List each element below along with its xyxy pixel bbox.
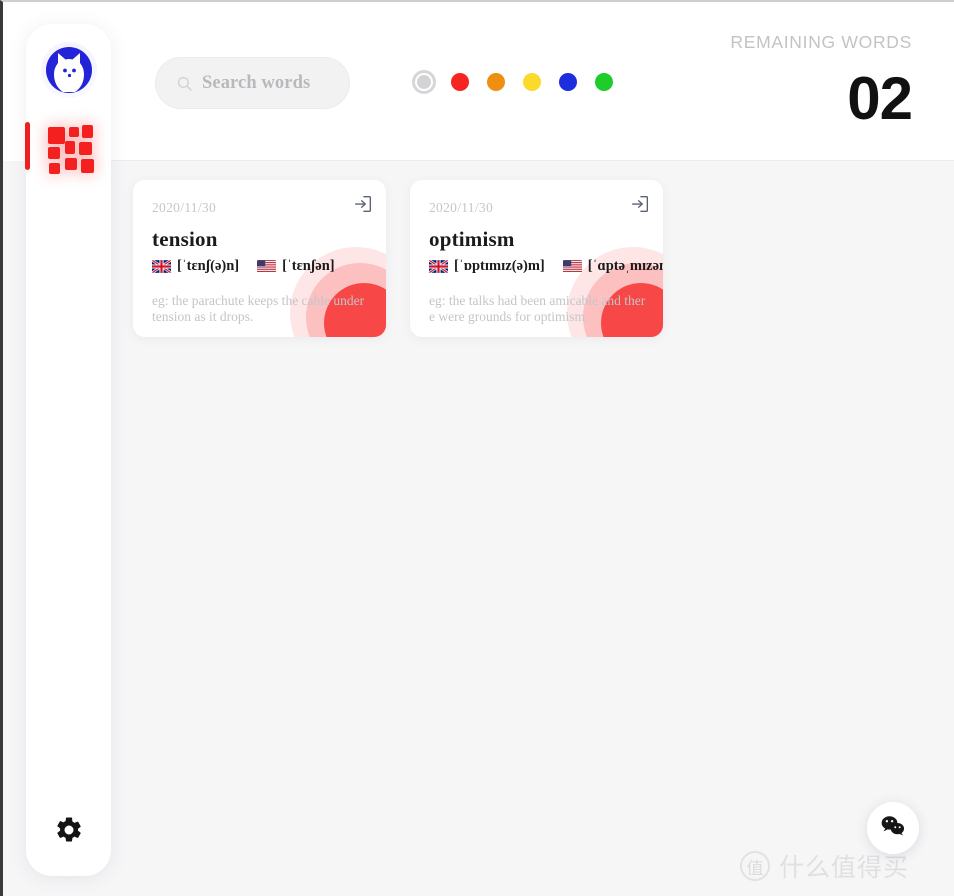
card-word: tension xyxy=(152,227,218,251)
app-window: REMAINING WORDS 02 2020/11/30 tension [ˈtɛ… xyxy=(0,0,954,896)
us-phonetic: [ˈɑptəˌmɪzəm] xyxy=(562,258,663,275)
sidebar-item-dashboard[interactable] xyxy=(47,122,94,174)
card-word: optimism xyxy=(429,227,515,251)
card-phonetics: [ˈɒptɪmɪz(ə)m] [ˈɑptəˌmɪzəm] xyxy=(429,258,663,275)
us-phonetic-text: [ˈɑptəˌmɪzəm] xyxy=(587,258,663,275)
card-date: 2020/11/30 xyxy=(152,200,217,215)
uk-flag-icon xyxy=(152,260,171,274)
search-icon xyxy=(176,75,193,92)
us-phonetic: [ˈtɛnʃən] xyxy=(257,258,335,275)
card-example: eg: the parachute keeps the cable under … xyxy=(152,293,368,324)
wechat-fab-button[interactable] xyxy=(867,802,919,854)
word-card[interactable]: 2020/11/30 tension [ˈtɛnʃ(ə)n] [ˈtɛnʃən] eg:… xyxy=(133,180,386,337)
header-divider xyxy=(111,160,954,161)
sidebar xyxy=(25,24,111,876)
uk-flag-icon xyxy=(429,260,448,274)
search-input[interactable] xyxy=(202,72,342,94)
remaining-words-count: 02 xyxy=(847,65,913,132)
uk-phonetic: [ˈɒptɪmɪz(ə)m] xyxy=(429,258,545,275)
grid-icon xyxy=(48,123,94,174)
search-box[interactable] xyxy=(155,57,350,109)
settings-button[interactable] xyxy=(47,810,91,854)
card-phonetics: [ˈtɛnʃ(ə)n] [ˈtɛnʃən] xyxy=(152,258,368,275)
color-filter-all[interactable] xyxy=(415,73,433,91)
gear-icon xyxy=(54,815,84,850)
color-filter-orange[interactable] xyxy=(487,73,505,91)
us-phonetic-text: [ˈtɛnʃən] xyxy=(282,258,335,275)
color-filter-green[interactable] xyxy=(595,73,613,91)
card-example: eg: the talks had been amicable and ther… xyxy=(429,293,646,324)
us-flag-icon xyxy=(257,260,277,273)
enter-icon[interactable] xyxy=(352,193,374,215)
cat-logo-icon xyxy=(44,45,94,95)
color-filter-blue[interactable] xyxy=(559,73,577,91)
uk-phonetic-text: [ˈtɛnʃ(ə)n] xyxy=(177,258,240,275)
color-filter-red[interactable] xyxy=(451,73,469,91)
color-filter-group xyxy=(415,73,613,91)
us-flag-icon xyxy=(562,260,582,273)
enter-icon[interactable] xyxy=(629,193,651,215)
word-card-list: 2020/11/30 tension [ˈtɛnʃ(ə)n] [ˈtɛnʃən] eg:… xyxy=(133,180,933,337)
sidebar-active-indicator xyxy=(25,122,30,170)
uk-phonetic: [ˈtɛnʃ(ə)n] xyxy=(152,258,239,275)
color-filter-yellow[interactable] xyxy=(523,73,541,91)
wechat-icon xyxy=(879,812,907,845)
word-card[interactable]: 2020/11/30 optimism [ˈɒptɪmɪz(ə)m] [ˈɑptəˌm… xyxy=(410,180,663,337)
remaining-words-label: REMAINING WORDS xyxy=(730,32,912,52)
card-date: 2020/11/30 xyxy=(429,200,494,215)
uk-phonetic-text: [ˈɒptɪmɪz(ə)m] xyxy=(454,258,545,275)
app-logo xyxy=(41,42,97,98)
remaining-words-block: REMAINING WORDS 02 xyxy=(730,32,913,132)
